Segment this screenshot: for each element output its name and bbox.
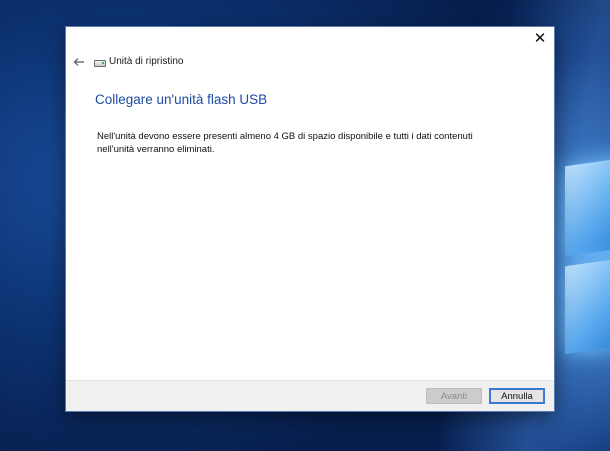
instructions-text: Nell'unità devono essere presenti almeno… xyxy=(97,130,517,156)
next-button[interactable]: Avanti xyxy=(426,388,482,404)
close-button[interactable]: ✕ xyxy=(526,27,554,49)
dialog-footer: Avanti Annulla xyxy=(66,380,554,411)
back-arrow-icon xyxy=(73,58,84,66)
windows-logo xyxy=(555,150,610,360)
nav-title: Unità di ripristino xyxy=(109,56,184,67)
instructions-line-2: nell'unità verranno eliminati. xyxy=(97,144,215,155)
instructions-line-1: Nell'unità devono essere presenti almeno… xyxy=(97,131,473,142)
page-heading: Collegare un'unità flash USB xyxy=(95,92,268,107)
close-icon: ✕ xyxy=(533,29,547,47)
logo-pane-bottom xyxy=(565,257,610,355)
cancel-button[interactable]: Annulla xyxy=(489,388,545,404)
title-bar: ✕ xyxy=(66,27,554,51)
recovery-drive-dialog: ✕ Unità di ripristino Collegare un'unità… xyxy=(66,27,554,411)
drive-icon xyxy=(94,60,106,67)
back-button[interactable] xyxy=(70,53,88,71)
nav-bar: Unità di ripristino xyxy=(66,51,554,75)
logo-pane-top xyxy=(565,157,610,257)
